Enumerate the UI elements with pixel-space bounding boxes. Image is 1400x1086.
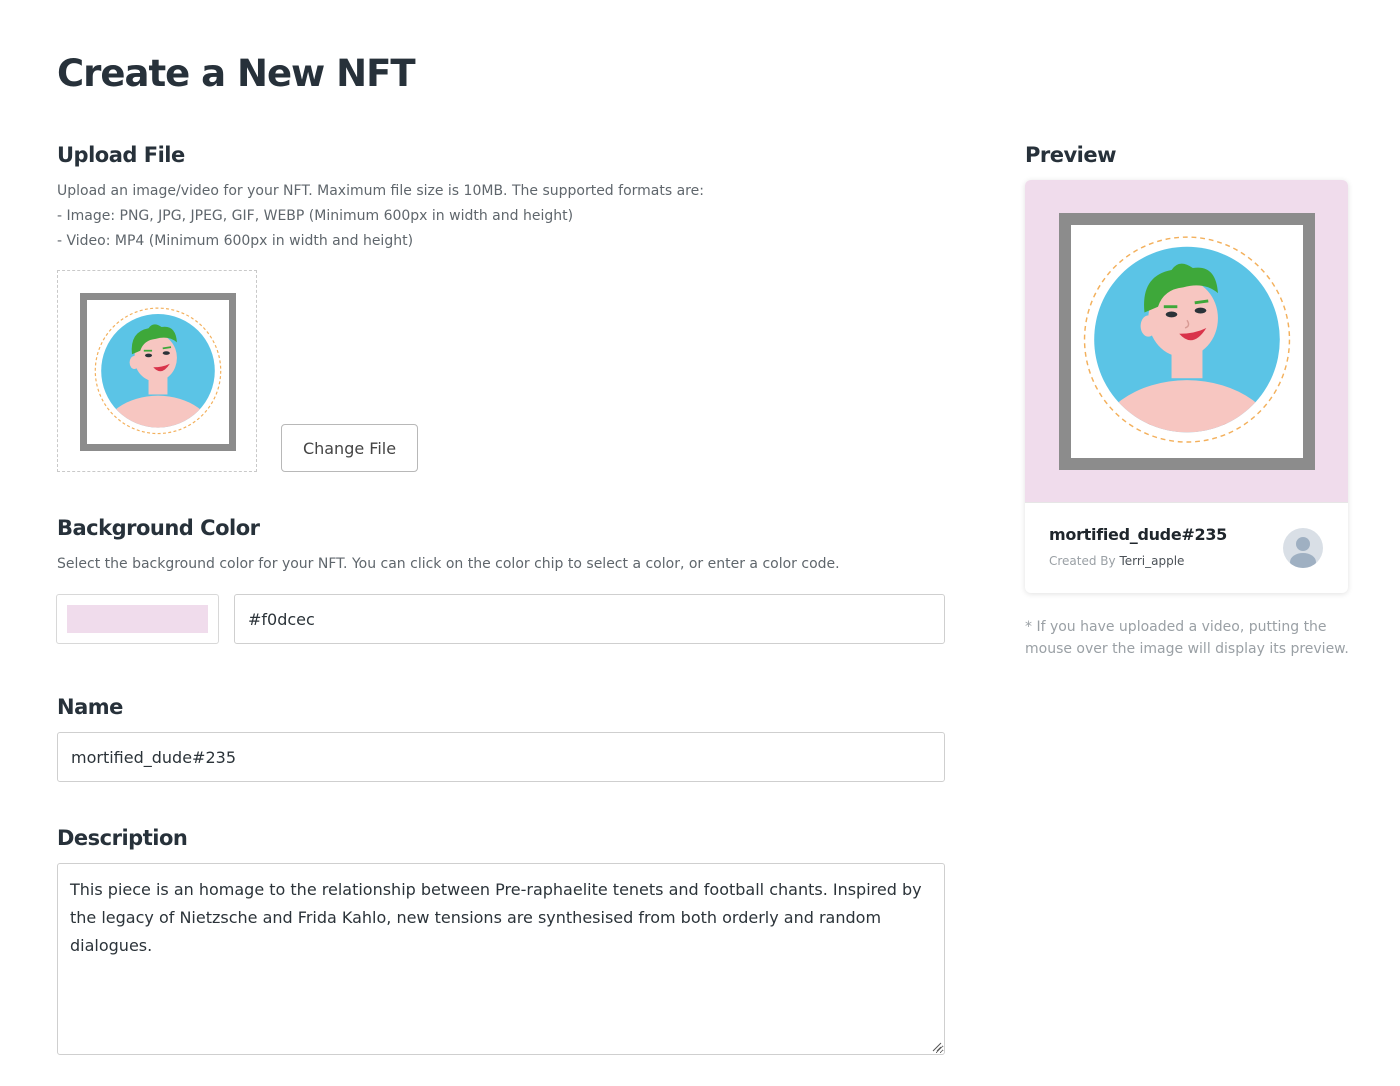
- preview-artwork-frame: [1059, 213, 1315, 470]
- background-color-heading: Background Color: [57, 516, 260, 540]
- preview-nft-name: mortified_dude#235: [1049, 525, 1227, 544]
- preview-card[interactable]: mortified_dude#235 Created By Terri_appl…: [1025, 180, 1348, 593]
- user-avatar-icon[interactable]: [1283, 528, 1323, 568]
- description-heading: Description: [57, 826, 188, 850]
- preview-note: * If you have uploaded a video, putting …: [1025, 619, 1349, 657]
- nft-character-artwork-icon: [94, 307, 222, 435]
- name-input[interactable]: [57, 732, 945, 782]
- created-by-line: Created By Terri_apple: [1049, 554, 1184, 568]
- name-heading: Name: [57, 695, 123, 719]
- upload-help-text: Upload an image/video for your NFT. Maxi…: [57, 179, 704, 254]
- created-by-label: Created By: [1049, 554, 1116, 568]
- preview-heading: Preview: [1025, 143, 1117, 167]
- preview-image-area[interactable]: [1025, 180, 1348, 502]
- change-file-button[interactable]: Change File: [281, 424, 418, 472]
- resize-grip-icon[interactable]: [930, 1040, 942, 1052]
- upload-help-line: - Image: PNG, JPG, JPEG, GIF, WEBP (Mini…: [57, 208, 574, 224]
- color-code-input[interactable]: [234, 594, 945, 644]
- description-textarea[interactable]: This piece is an homage to the relations…: [57, 863, 945, 1055]
- artwork-frame: [80, 293, 236, 451]
- creator-name[interactable]: Terri_apple: [1119, 554, 1184, 568]
- preview-meta: mortified_dude#235 Created By Terri_appl…: [1025, 502, 1348, 593]
- upload-file-heading: Upload File: [57, 143, 185, 167]
- page-title: Create a New NFT: [57, 52, 416, 95]
- nft-character-artwork-icon: [1083, 236, 1291, 443]
- upload-thumbnail-box[interactable]: [57, 270, 257, 472]
- background-color-help: Select the background color for your NFT…: [57, 556, 840, 572]
- color-chip-box[interactable]: [56, 594, 219, 644]
- upload-help-line: Upload an image/video for your NFT. Maxi…: [57, 183, 704, 199]
- upload-help-line: - Video: MP4 (Minimum 600px in width and…: [57, 233, 414, 249]
- color-chip[interactable]: [67, 605, 208, 633]
